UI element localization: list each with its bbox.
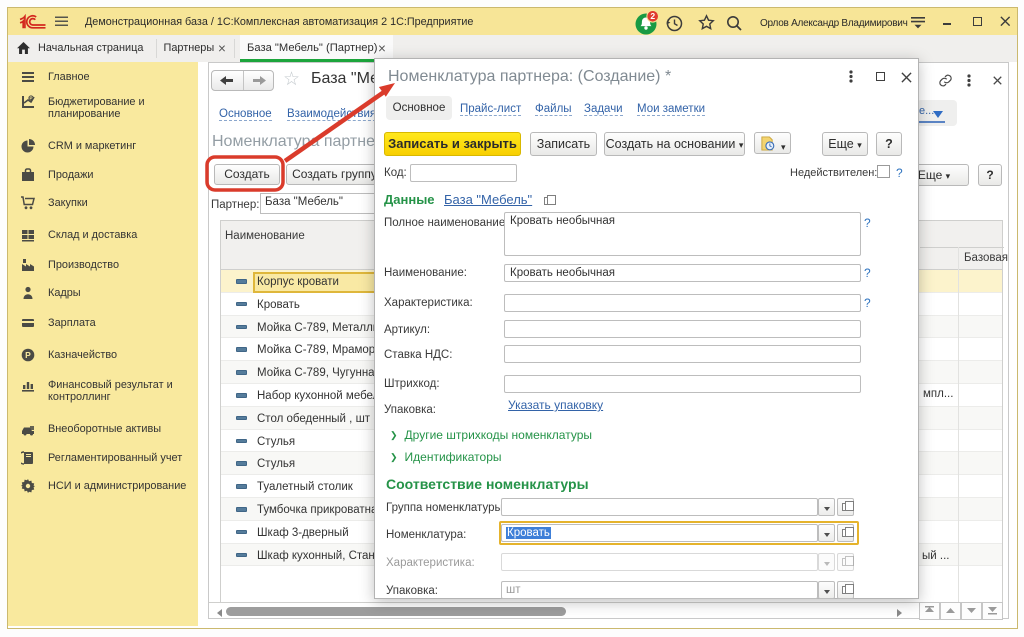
svg-text:P: P	[29, 96, 32, 101]
svg-text:P: P	[25, 350, 31, 360]
svg-text:2: 2	[650, 11, 655, 21]
